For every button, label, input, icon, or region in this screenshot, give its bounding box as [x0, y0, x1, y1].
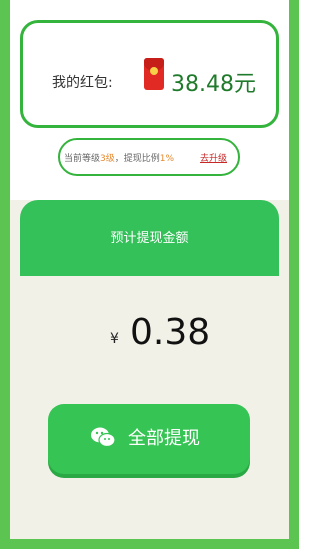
level-prefix: 当前等级 [64, 154, 101, 164]
wechat-icon [91, 427, 116, 448]
estimate-header-title: 预计提现金额 [110, 231, 189, 246]
envelope-coin [150, 67, 158, 75]
level-middle: ，提现比例 [114, 154, 160, 164]
withdraw-ratio: 1% [159, 154, 175, 164]
upgrade-link[interactable]: 去升级 [200, 151, 227, 164]
level-value: 3级 [100, 154, 115, 164]
withdraw-all-button[interactable]: 全部提现 [48, 404, 250, 474]
withdraw-label: 全部提现 [128, 428, 200, 449]
wallet-amount: 38.48元 [171, 72, 256, 97]
currency-symbol: ¥ [110, 331, 119, 347]
estimate-amount: 0.38 [130, 312, 211, 353]
red-envelope-icon [144, 58, 164, 90]
estimate-header: 预计提现金额 [20, 200, 279, 276]
level-info: 当前等级3级，提现比例1% [64, 151, 174, 164]
wallet-label: 我的红包: [52, 75, 113, 91]
